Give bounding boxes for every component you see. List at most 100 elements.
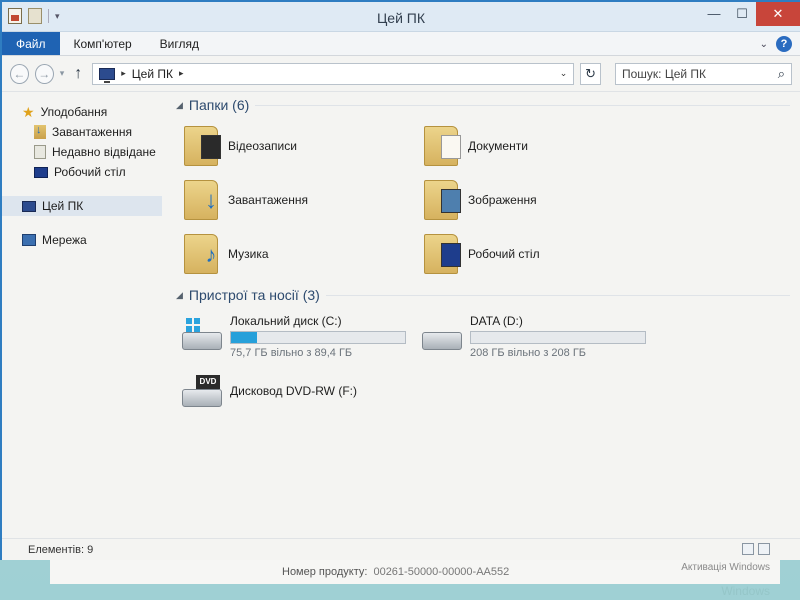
ribbon-right: ⌄ ?	[760, 36, 792, 52]
tab-view[interactable]: Вигляд	[146, 32, 213, 55]
nav-desktop[interactable]: Робочий стіл	[2, 162, 162, 182]
breadcrumb-separator-icon[interactable]: ▸	[179, 68, 184, 79]
folder-downloads[interactable]: ↓ Завантаження	[184, 176, 424, 224]
close-button[interactable]: ✕	[756, 2, 800, 26]
group-divider	[255, 104, 790, 106]
system-drive-icon	[182, 318, 222, 354]
collapse-arrow-icon[interactable]: ◢	[176, 100, 183, 111]
pictures-folder-icon	[424, 180, 461, 220]
desktop-folder-icon	[424, 234, 461, 274]
title-bar: ▾ Цей ПК — ☐ ✕	[2, 2, 800, 32]
details-view-icon[interactable]	[742, 543, 754, 555]
status-bar: Елементів: 9	[2, 538, 800, 560]
dvd-badge: DVD	[196, 375, 220, 389]
nav-network[interactable]: Мережа	[2, 230, 162, 250]
recent-locations-icon[interactable]: ▾	[60, 68, 65, 79]
desktop-overlay: Номер продукту: 00261-50000-00000-AA552 …	[50, 560, 780, 584]
drive-usage-bar	[230, 331, 406, 344]
documents-folder-icon	[424, 126, 461, 166]
breadcrumb-separator-icon[interactable]: ▸	[121, 68, 126, 79]
nav-label: Завантаження	[52, 125, 132, 139]
group-title: Пристрої та носії (3)	[188, 287, 320, 303]
drive-info: DATA (D:) 208 ГБ вільно з 208 ГБ	[470, 314, 646, 359]
folders-grid: Відеозаписи Документи ↓ Завантаження Зоб…	[176, 116, 800, 284]
drive-name: Локальний диск (C:)	[230, 314, 342, 328]
folder-label: Зображення	[468, 193, 537, 207]
back-button[interactable]: ←	[10, 63, 29, 84]
music-folder-icon: ♪	[184, 234, 218, 274]
nav-label: Робочий стіл	[54, 165, 126, 179]
address-dropdown-icon[interactable]: ⌄	[560, 68, 568, 79]
up-button[interactable]: ↑	[70, 65, 86, 83]
downloads-folder-icon: ↓	[184, 180, 218, 220]
maximize-button[interactable]: ☐	[728, 2, 756, 26]
refresh-button[interactable]: ↻	[580, 62, 601, 85]
nav-label: Мережа	[42, 233, 87, 247]
network-icon	[22, 234, 36, 246]
main-area: ★ Уподобання Завантаження Недавно відвід…	[2, 94, 800, 522]
tab-computer[interactable]: Комп'ютер	[60, 32, 146, 55]
nav-label: Уподобання	[40, 105, 108, 119]
breadcrumb-this-pc[interactable]: Цей ПК	[132, 67, 173, 81]
search-icon[interactable]: ⌕	[778, 66, 785, 82]
drive-c[interactable]: Локальний диск (C:) 75,7 ГБ вільно з 89,…	[182, 314, 422, 360]
address-bar[interactable]: ▸ Цей ПК ▸ ⌄	[92, 62, 575, 85]
address-toolbar: ← → ▾ ↑ ▸ Цей ПК ▸ ⌄ ↻ Пошук: Цей ПК ⌕	[2, 56, 800, 92]
folder-videos[interactable]: Відеозаписи	[184, 122, 424, 170]
expand-ribbon-icon[interactable]: ⌄	[760, 39, 768, 50]
downloads-icon	[34, 124, 46, 139]
navigation-pane: ★ Уподобання Завантаження Недавно відвід…	[2, 94, 162, 522]
folder-music[interactable]: ♪ Музика	[184, 230, 424, 278]
product-value: 00261-50000-00000-AA552	[373, 566, 510, 578]
window-controls: — ☐ ✕	[700, 2, 800, 26]
window-title: Цей ПК	[376, 10, 426, 26]
drive-free-space: 75,7 ГБ вільно з 89,4 ГБ	[230, 347, 353, 359]
drive-free-space: 208 ГБ вільно з 208 ГБ	[470, 347, 587, 359]
hard-drive-icon	[422, 318, 462, 354]
windows-watermark: Windows	[721, 584, 770, 598]
large-icons-view-icon[interactable]	[758, 543, 770, 555]
forward-button[interactable]: →	[34, 63, 54, 84]
folder-label: Завантаження	[228, 193, 308, 207]
tab-file[interactable]: Файл	[2, 32, 60, 55]
this-pc-icon	[22, 200, 36, 212]
drive-f[interactable]: DVD Дисковод DVD-RW (F:)	[182, 368, 422, 414]
drive-usage-fill	[231, 332, 258, 343]
nav-downloads[interactable]: Завантаження	[2, 122, 162, 142]
dvd-drive-icon: DVD	[182, 375, 222, 411]
drive-d[interactable]: DATA (D:) 208 ГБ вільно з 208 ГБ	[422, 314, 662, 360]
view-switcher	[742, 543, 770, 555]
minimize-button[interactable]: —	[700, 2, 728, 26]
nav-recent[interactable]: Недавно відвідане	[2, 142, 162, 162]
drive-name: Дисковод DVD-RW (F:)	[230, 384, 357, 398]
product-label: Номер продукту:	[282, 566, 368, 578]
folder-label: Музика	[228, 247, 269, 261]
collapse-arrow-icon[interactable]: ◢	[176, 290, 183, 301]
this-pc-icon	[99, 67, 116, 83]
item-count: Елементів: 9	[28, 543, 94, 556]
explorer-window: ▾ Цей ПК — ☐ ✕ Файл Комп'ютер Вигляд ⌄ ?…	[0, 0, 800, 560]
desktop-icon	[34, 166, 48, 178]
drive-name: DATA (D:)	[470, 314, 523, 328]
drive-usage-bar	[470, 331, 646, 344]
nav-favorites[interactable]: ★ Уподобання	[2, 102, 162, 122]
group-title: Папки (6)	[188, 97, 250, 113]
folder-label: Робочий стіл	[468, 247, 540, 261]
folder-desktop[interactable]: Робочий стіл	[424, 230, 664, 278]
help-icon[interactable]: ?	[776, 36, 792, 52]
folder-label: Відеозаписи	[228, 139, 297, 153]
video-folder-icon	[184, 126, 221, 166]
ribbon-tabs: Файл Комп'ютер Вигляд ⌄ ?	[2, 32, 800, 56]
star-icon: ★	[22, 103, 35, 120]
nav-label: Недавно відвідане	[52, 145, 156, 159]
devices-group-header[interactable]: ◢ Пристрої та носії (3)	[176, 284, 800, 306]
nav-this-pc[interactable]: Цей ПК	[2, 196, 162, 216]
recent-places-icon	[34, 145, 46, 159]
folder-pictures[interactable]: Зображення	[424, 176, 664, 224]
folders-group-header[interactable]: ◢ Папки (6)	[176, 94, 800, 116]
search-placeholder: Пошук: Цей ПК	[621, 66, 707, 81]
activation-text: Активація Windows	[681, 562, 770, 573]
folder-documents[interactable]: Документи	[424, 122, 664, 170]
drive-info: Локальний диск (C:) 75,7 ГБ вільно з 89,…	[230, 314, 406, 359]
search-input[interactable]: Пошук: Цей ПК ⌕	[614, 62, 792, 85]
